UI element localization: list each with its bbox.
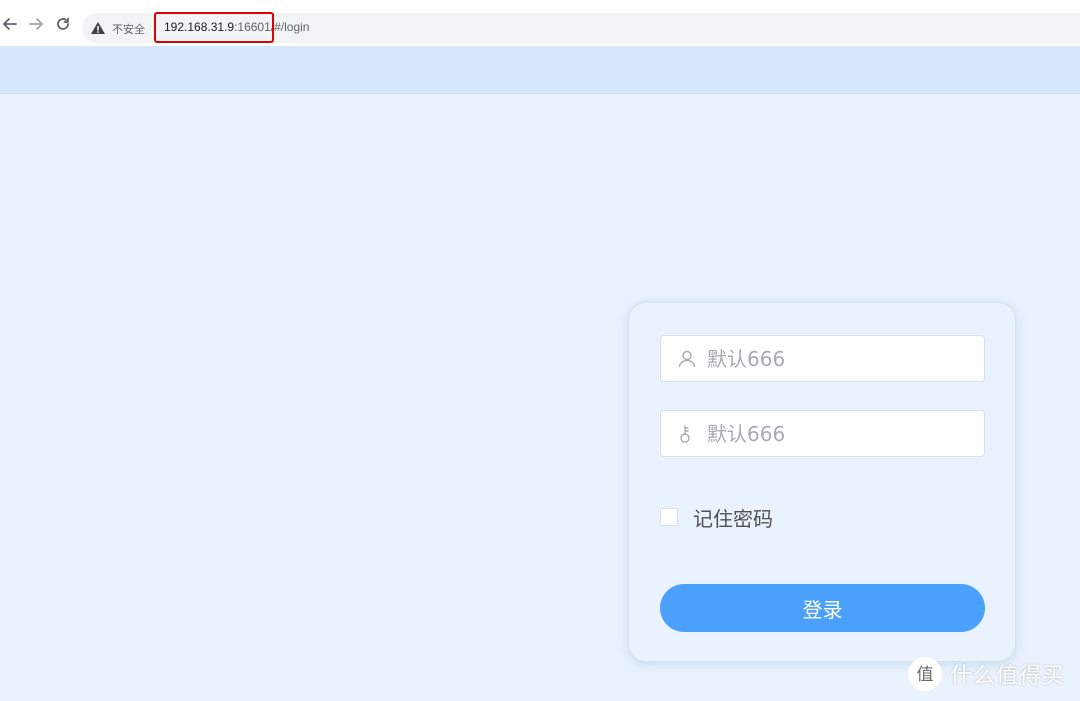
remember-password-label: 记住密码 — [693, 506, 773, 531]
forward-arrow-icon — [29, 18, 43, 30]
key-icon — [680, 425, 690, 443]
address-bar[interactable]: 不安全 192.168.31.9:16601/#/login — [82, 13, 1080, 43]
app-header — [0, 46, 1080, 94]
url-host: 192.168.31.9 — [164, 20, 235, 34]
browser-toolbar: 不安全 192.168.31.9:16601/#/login — [0, 0, 1080, 46]
warning-icon[interactable] — [90, 20, 106, 36]
security-status-label[interactable]: 不安全 — [112, 21, 145, 37]
password-input[interactable] — [707, 411, 977, 456]
login-button[interactable]: 登录 — [660, 584, 985, 632]
zhide-logo-icon: 值 — [917, 665, 934, 685]
user-icon — [678, 350, 696, 368]
watermark: 值 什么值得买 — [908, 656, 1065, 692]
remember-password-option[interactable]: 记住密码 — [660, 505, 773, 531]
url-text[interactable]: 192.168.31.9:16601/#/login — [164, 20, 309, 34]
username-input[interactable] — [707, 336, 977, 381]
watermark-logo: 值 — [908, 657, 942, 691]
forward-button[interactable] — [26, 14, 46, 34]
back-arrow-icon — [3, 18, 17, 30]
url-port-path: :16601/#/login — [234, 20, 310, 34]
back-button[interactable] — [0, 14, 20, 34]
reload-icon — [57, 17, 69, 30]
password-field[interactable] — [660, 410, 985, 457]
watermark-text: 什么值得买 — [950, 664, 1066, 689]
username-field[interactable] — [660, 335, 985, 382]
svg-text:值: 值 — [917, 665, 934, 685]
remember-password-checkbox[interactable] — [660, 508, 678, 526]
login-card: 记住密码 登录 — [628, 302, 1016, 662]
reload-button[interactable] — [53, 14, 73, 34]
